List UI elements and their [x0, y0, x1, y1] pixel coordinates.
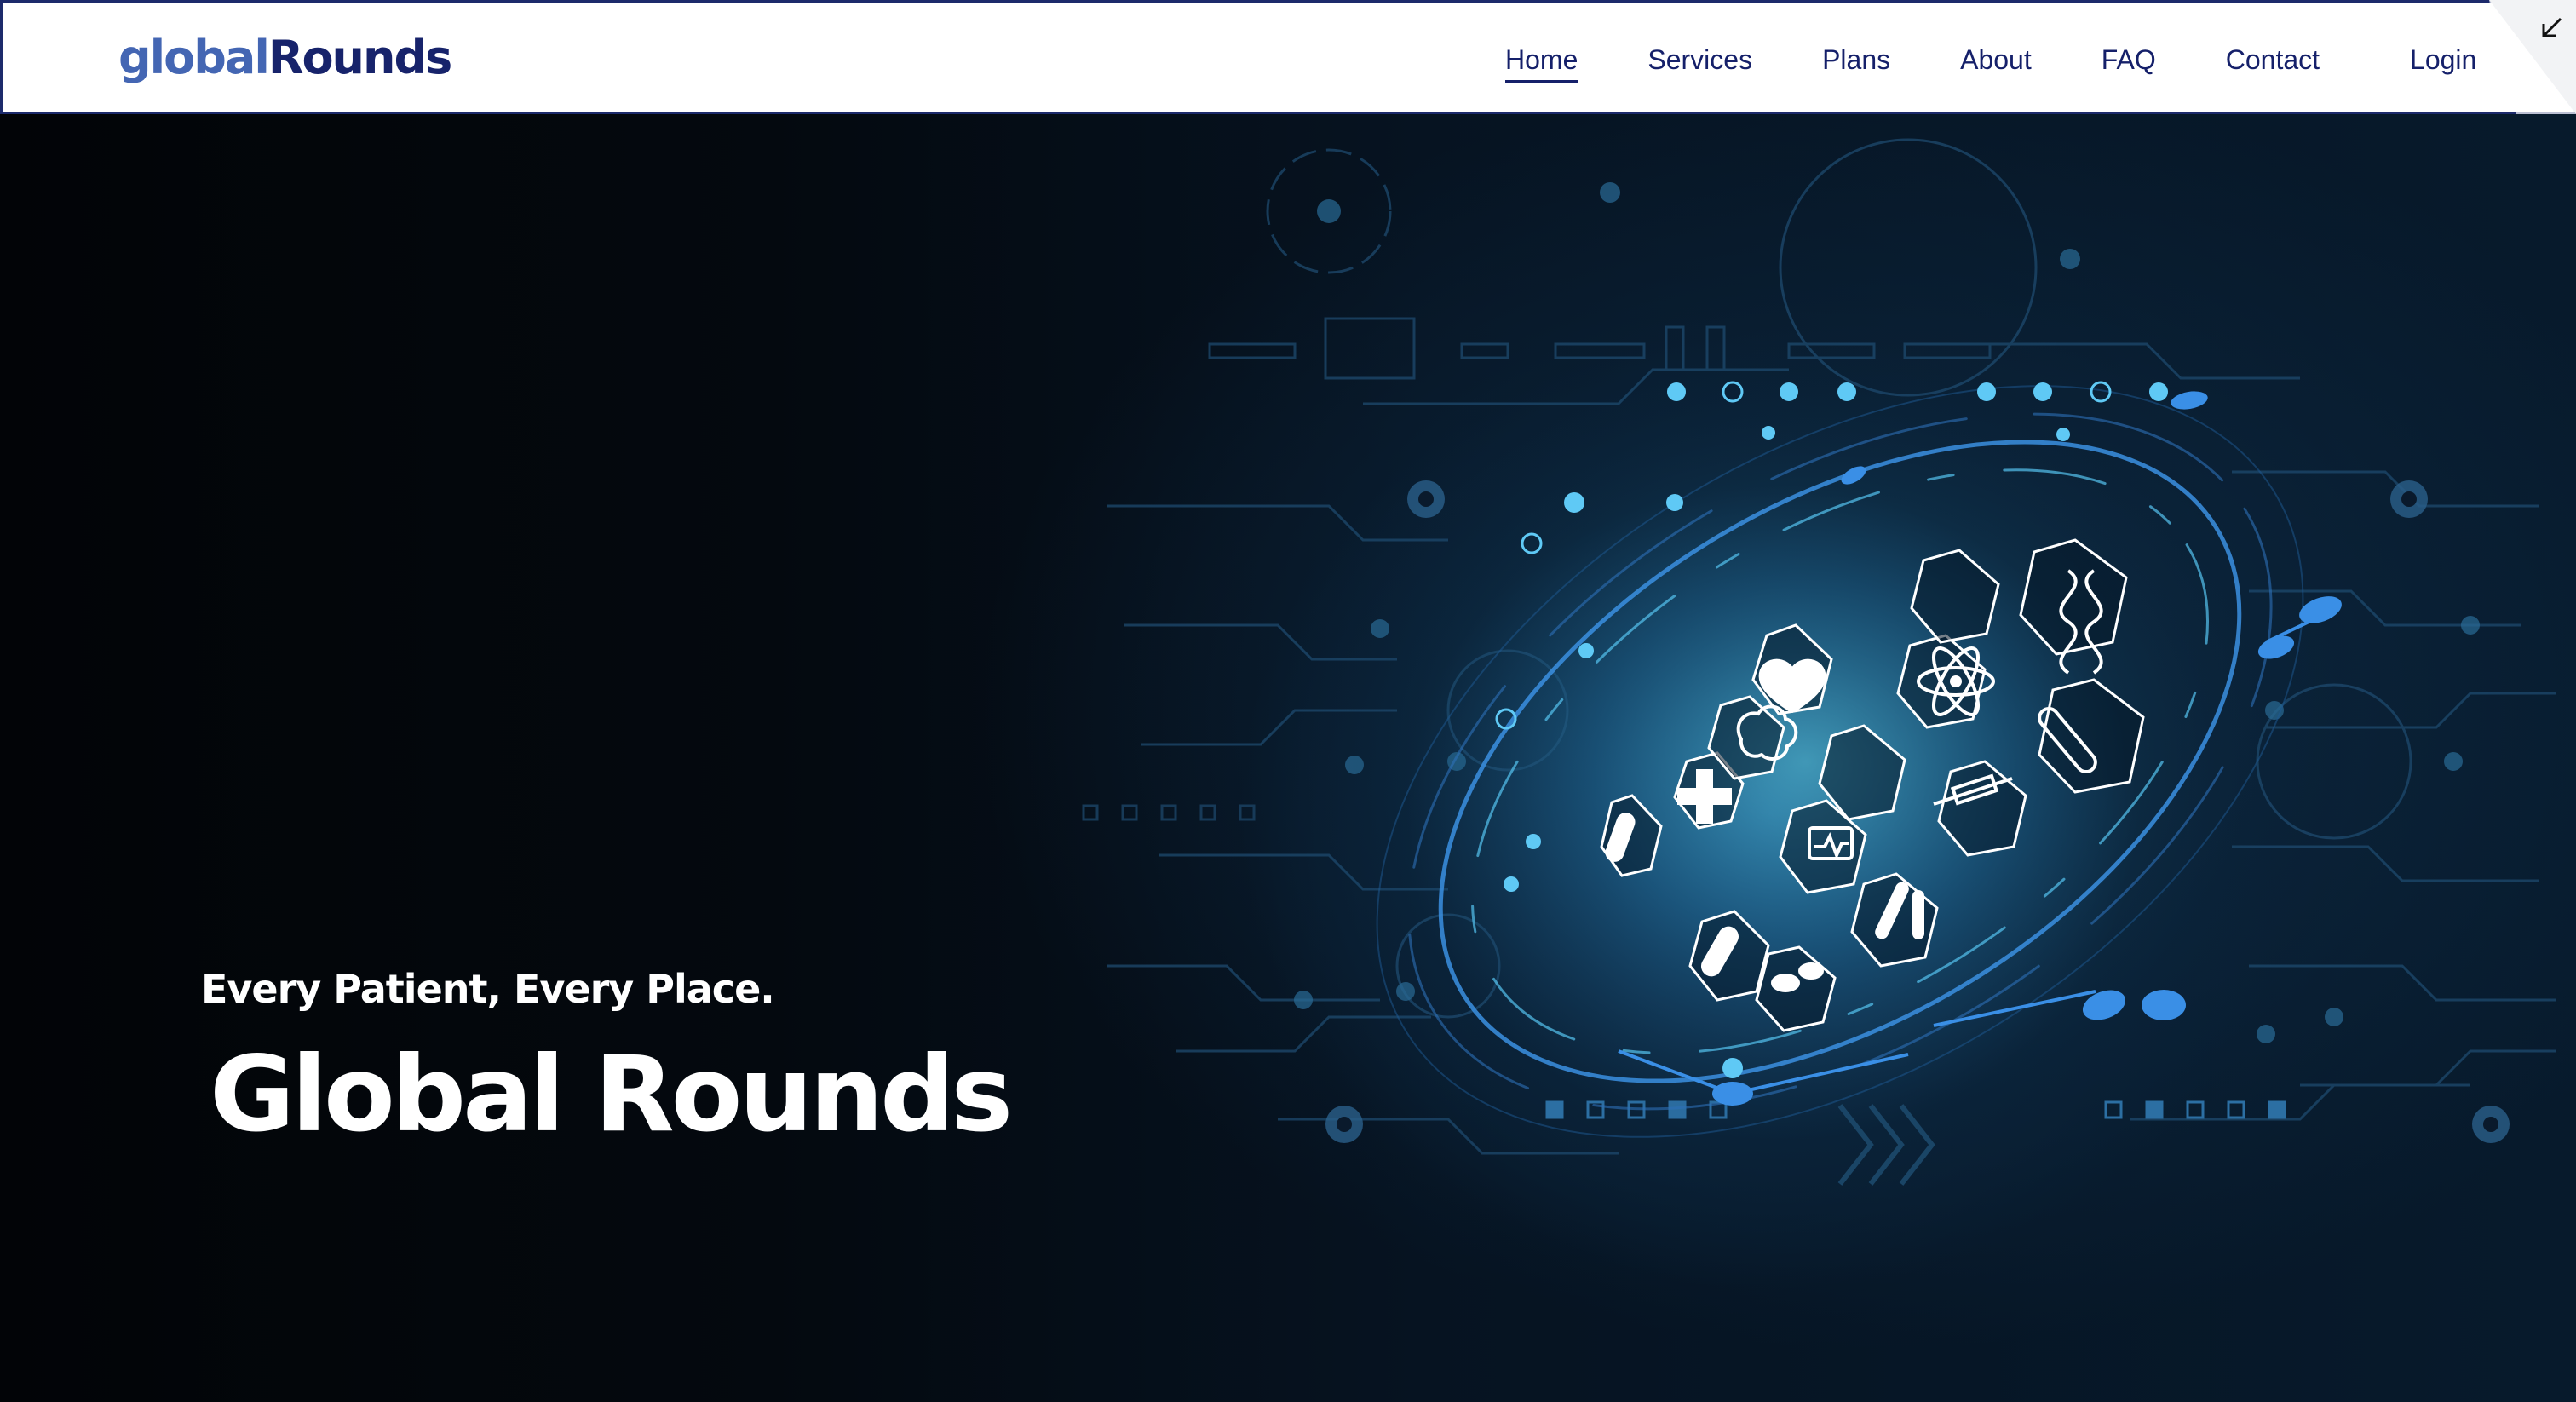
- medical-tech-graphic: [1082, 138, 2556, 1186]
- hero-tagline: Every Patient, Every Place.: [201, 966, 775, 1012]
- hero-title: Global Rounds: [210, 1034, 1013, 1155]
- nav-faq-link[interactable]: FAQ: [2102, 40, 2156, 83]
- arrow-down-left-icon[interactable]: [2465, 0, 2576, 114]
- tablets-icon: [1771, 974, 1800, 992]
- hero-section: Every Patient, Every Place. Global Round…: [0, 114, 2576, 1402]
- logo-part-rounds: Rounds: [267, 31, 452, 84]
- brand-logo[interactable]: globalRounds: [118, 28, 452, 88]
- top-navigation-bar: globalRounds Home Services Plans About F…: [0, 0, 2576, 114]
- logo-part-global: global: [118, 31, 270, 84]
- nav-plans-link[interactable]: Plans: [1822, 40, 1890, 83]
- nav-home-link[interactable]: Home: [1505, 40, 1578, 83]
- nav-services-link[interactable]: Services: [1647, 40, 1752, 83]
- nav-about-link[interactable]: About: [1960, 40, 2032, 83]
- main-nav: Home Services Plans About FAQ Contact Lo…: [1505, 40, 2476, 83]
- nav-contact-link[interactable]: Contact: [2226, 40, 2320, 83]
